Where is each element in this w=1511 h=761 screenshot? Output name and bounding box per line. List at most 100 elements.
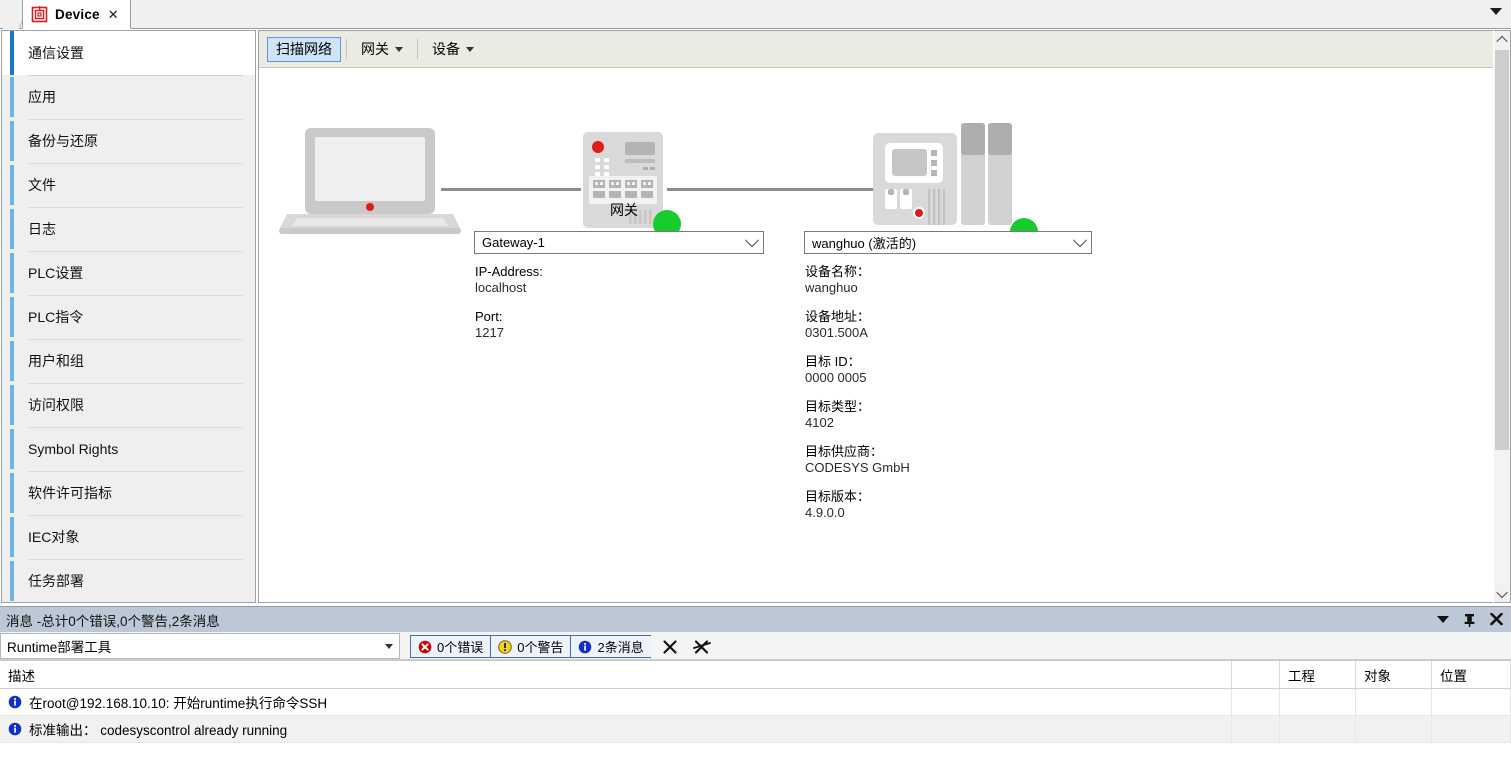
table-row[interactable]: 在root@192.168.10.10: 开始runtime执行命令SSH — [0, 689, 1511, 716]
gateway-info-field: IP-Address: localhost — [475, 264, 745, 296]
cell-description: 在root@192.168.10.10: 开始runtime执行命令SSH — [0, 689, 1232, 716]
scan-network-button[interactable]: 扫描网络 — [267, 36, 341, 62]
clear-all-messages-button[interactable] — [689, 635, 715, 658]
sidebar-item-label: 任务部署 — [28, 573, 84, 589]
divider — [28, 515, 243, 516]
sidebar-item-communication-settings[interactable]: 通信设置 — [2, 31, 255, 75]
cell-blank — [1232, 689, 1280, 716]
tab-device-label: Device — [55, 6, 100, 22]
content-vertical-scrollbar[interactable] — [1494, 30, 1511, 603]
filter-messages-label: 2条消息 — [597, 640, 644, 655]
sidebar-item-files[interactable]: 文件 — [2, 163, 255, 207]
scroll-down-button[interactable] — [1494, 585, 1510, 602]
chevron-down-icon[interactable] — [1490, 8, 1502, 15]
divider — [28, 559, 243, 560]
messages-table: 描述 工程 对象 位置 在root@192.168.10.10: 开始runti… — [0, 660, 1511, 761]
field-value: wanghuo — [805, 280, 858, 295]
column-header-position[interactable]: 位置 — [1432, 661, 1511, 688]
sidebar-item-iec-objects[interactable]: IEC对象 — [2, 515, 255, 559]
field-key: 目标供应商： — [805, 444, 884, 459]
gateway-select[interactable]: Gateway-1 — [474, 231, 764, 254]
device-icon — [31, 5, 48, 23]
selection-indicator — [10, 473, 14, 513]
sidebar-item-symbol-rights[interactable]: Symbol Rights — [2, 427, 255, 471]
sidebar-item-backup-restore[interactable]: 备份与还原 — [2, 119, 255, 163]
device-select[interactable]: wanghuo (激活的) — [804, 231, 1092, 254]
column-header-blank[interactable] — [1232, 661, 1280, 688]
divider — [28, 427, 243, 428]
toolbar-divider — [417, 39, 418, 59]
messages-panel-title-bar: 消息 -总计0个错误,0个警告,2条消息 — [0, 607, 1511, 632]
chevron-down-icon — [1072, 232, 1088, 247]
divider — [28, 251, 243, 252]
sidebar-item-plc-commands[interactable]: PLC指令 — [2, 295, 255, 339]
close-button[interactable] — [1490, 613, 1503, 626]
filter-warnings-label: 0个警告 — [517, 640, 564, 655]
panel-menu-button[interactable] — [1437, 616, 1449, 623]
sidebar-item-applications[interactable]: 应用 — [2, 75, 255, 119]
message-filter-group: 0个错误 0个警告 2条消息 — [410, 635, 715, 658]
device-info-field: 目标类型： 4102 — [805, 399, 1085, 431]
device-menu-button[interactable]: 设备 — [423, 37, 483, 62]
cell-position — [1432, 716, 1511, 743]
clear-messages-button[interactable] — [657, 635, 683, 658]
warning-icon — [498, 639, 513, 654]
gateway-node-label: 网关 — [610, 202, 638, 218]
cell-object — [1356, 716, 1432, 743]
device-editor-body: 通信设置 应用 备份与还原 文件 日志 PLC设置 PLC指令 用户和组 访问权… — [0, 29, 1511, 606]
device-info-field: 目标版本： 4.9.0.0 — [805, 489, 1085, 521]
gateway-menu-button[interactable]: 网关 — [352, 37, 412, 62]
filter-messages-button[interactable]: 2条消息 — [570, 635, 651, 658]
cell-description-text: 标准输出： codesyscontrol already running — [29, 723, 288, 738]
divider — [28, 163, 243, 164]
laptop-icon[interactable] — [279, 126, 461, 239]
filter-errors-button[interactable]: 0个错误 — [410, 635, 491, 658]
toolbar-divider — [346, 39, 347, 59]
cell-project — [1280, 716, 1356, 743]
info-icon — [8, 695, 22, 709]
device-select-value: wanghuo (激活的) — [812, 236, 917, 251]
field-key: 目标 ID： — [805, 354, 861, 369]
pin-button[interactable] — [1463, 613, 1476, 627]
column-header-description[interactable]: 描述 — [0, 661, 1232, 688]
field-value: 1217 — [475, 325, 504, 340]
sidebar-item-label: 应用 — [28, 89, 56, 105]
scroll-up-button[interactable] — [1494, 31, 1510, 48]
sidebar-item-task-deployment[interactable]: 任务部署 — [2, 559, 255, 602]
sidebar-item-label: 用户和组 — [28, 353, 84, 369]
divider — [28, 75, 243, 76]
field-value: 0000 0005 — [805, 370, 867, 385]
sidebar-item-access-rights[interactable]: 访问权限 — [2, 383, 255, 427]
selection-indicator — [10, 77, 14, 117]
sidebar-item-license-metrics[interactable]: 软件许可指标 — [2, 471, 255, 515]
divider — [28, 339, 243, 340]
clear-all-messages-icon — [692, 639, 711, 654]
device-menu-label: 设备 — [432, 41, 460, 57]
gateway-info-field: Port: 1217 — [475, 309, 745, 341]
messages-panel: 消息 -总计0个错误,0个警告,2条消息 Runtime部署工具 0个错误 0个… — [0, 606, 1511, 761]
sidebar-item-users-groups[interactable]: 用户和组 — [2, 339, 255, 383]
filter-errors-label: 0个错误 — [437, 640, 484, 655]
sidebar-item-plc-settings[interactable]: PLC设置 — [2, 251, 255, 295]
tab-device[interactable]: Device ✕ — [22, 0, 131, 29]
divider — [28, 295, 243, 296]
selection-indicator — [10, 561, 14, 601]
selection-indicator — [10, 209, 14, 249]
column-header-object[interactable]: 对象 — [1356, 661, 1432, 688]
sidebar-item-log[interactable]: 日志 — [2, 207, 255, 251]
plc-device-icon[interactable] — [871, 123, 1017, 233]
editor-tabstrip: Device ✕ — [0, 0, 1511, 29]
field-key: 设备名称： — [805, 264, 871, 279]
device-editor-sidebar: 通信设置 应用 备份与还原 文件 日志 PLC设置 PLC指令 用户和组 访问权… — [1, 30, 256, 603]
table-row[interactable]: 标准输出： codesyscontrol already running — [0, 716, 1511, 743]
filter-warnings-button[interactable]: 0个警告 — [490, 635, 571, 658]
network-diagram: 网关 Gateway-1 IP-Address: localhost Port:… — [259, 68, 1493, 602]
message-source-select[interactable]: Runtime部署工具 — [0, 633, 400, 659]
scrollbar-thumb[interactable] — [1495, 50, 1509, 450]
close-icon — [1490, 613, 1503, 626]
sidebar-item-label: 文件 — [28, 177, 56, 193]
field-value: 4102 — [805, 415, 834, 430]
close-icon[interactable]: ✕ — [107, 8, 120, 21]
selection-indicator — [10, 31, 14, 75]
column-header-project[interactable]: 工程 — [1280, 661, 1356, 688]
